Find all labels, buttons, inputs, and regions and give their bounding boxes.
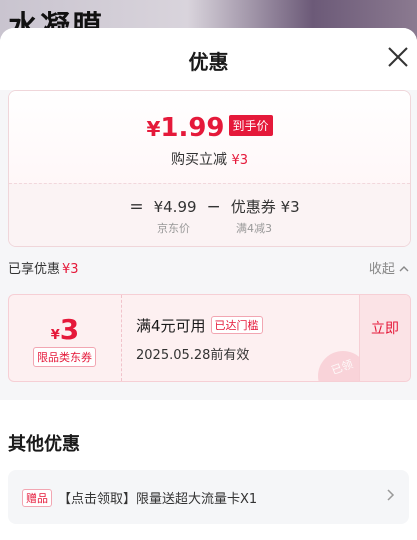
discount-sheet: 优惠 ¥1.99 到手价 购买立减 ¥3 = ¥4.99− 优惠券 ¥3 京东价 满4… — [0, 28, 417, 540]
coupon-value: 优惠券 ¥3 — [230, 198, 300, 216]
other-discounts-section: 其他优惠 赠品 【点击领取】限量送超大流量卡X1 — [0, 400, 417, 540]
enjoyed-amount: ¥3 — [62, 262, 79, 277]
chevron-up-icon — [399, 266, 409, 272]
coupon-expiry: 2025.05.28前有效 — [136, 348, 250, 363]
minus-sign: − — [206, 197, 221, 217]
price-card: ¥1.99 到手价 购买立减 ¥3 = ¥4.99− 优惠券 ¥3 京东价 满4减3 — [8, 90, 411, 247]
other-discounts-title: 其他优惠 — [8, 434, 80, 455]
stamp-text: 已领 — [329, 357, 355, 378]
price-currency: ¥ — [146, 117, 161, 141]
coupon-amount: ¥3 — [9, 313, 121, 346]
price-summary: ¥1.99 到手价 购买立减 ¥3 — [9, 91, 410, 183]
gift-offer-text: 【点击领取】限量送超大流量卡X1 — [58, 492, 258, 507]
sheet-header: 优惠 — [0, 28, 417, 90]
coupon-card: ¥3 限品类东券 满4元可用已达门槛 2025.05.28前有效 已领 立即 使… — [8, 294, 411, 382]
coupon-currency: ¥ — [50, 328, 60, 343]
coupon-rule-label: 满4减3 — [236, 222, 272, 235]
gift-offer-item[interactable]: 赠品 【点击领取】限量送超大流量卡X1 — [8, 470, 409, 524]
price-value: 1.99 — [160, 113, 225, 143]
collapse-button[interactable]: 收起 — [369, 258, 409, 277]
price-tag: 到手价 — [228, 115, 273, 136]
coupon-type-tag: 限品类东券 — [33, 347, 96, 367]
discount-amount: ¥3 — [231, 153, 248, 168]
price-calculation: = ¥4.99− 优惠券 ¥3 京东价 满4减3 — [9, 183, 410, 246]
equals-sign: = — [129, 197, 144, 217]
coupon-details: 满4元可用 已达门槛 2025.05.28前有效 — [136, 315, 263, 363]
threshold-reached-tag: 已达门槛 — [210, 316, 263, 334]
enjoyed-label: 已享优惠 — [8, 262, 61, 277]
base-price-label: 京东价 — [157, 222, 190, 235]
coupon-condition-text: 满4元可用 — [136, 317, 206, 335]
price-formula: = ¥4.99− 优惠券 ¥3 — [9, 196, 410, 217]
enjoyed-discount-row: 已享优惠 ¥3 收起 — [8, 258, 409, 280]
chevron-right-icon — [387, 489, 395, 501]
discount-label: 购买立减 — [171, 152, 227, 168]
gift-tag: 赠品 — [22, 489, 52, 507]
coupon-condition: 满4元可用 已达门槛 — [136, 315, 263, 336]
sheet-title: 优惠 — [188, 50, 229, 74]
coupon-value-section: ¥3 限品类东券 — [9, 295, 122, 381]
base-price: ¥4.99 — [153, 198, 197, 216]
close-icon[interactable] — [387, 46, 409, 68]
coupon-amount-value: 3 — [59, 313, 80, 346]
collapse-label: 收起 — [368, 262, 395, 277]
final-price: ¥1.99 到手价 — [9, 113, 410, 143]
use-now-button[interactable]: 立即 使用 — [359, 295, 410, 381]
discount-line: 购买立减 ¥3 — [9, 149, 410, 169]
use-now-line1: 立即 — [371, 321, 399, 337]
